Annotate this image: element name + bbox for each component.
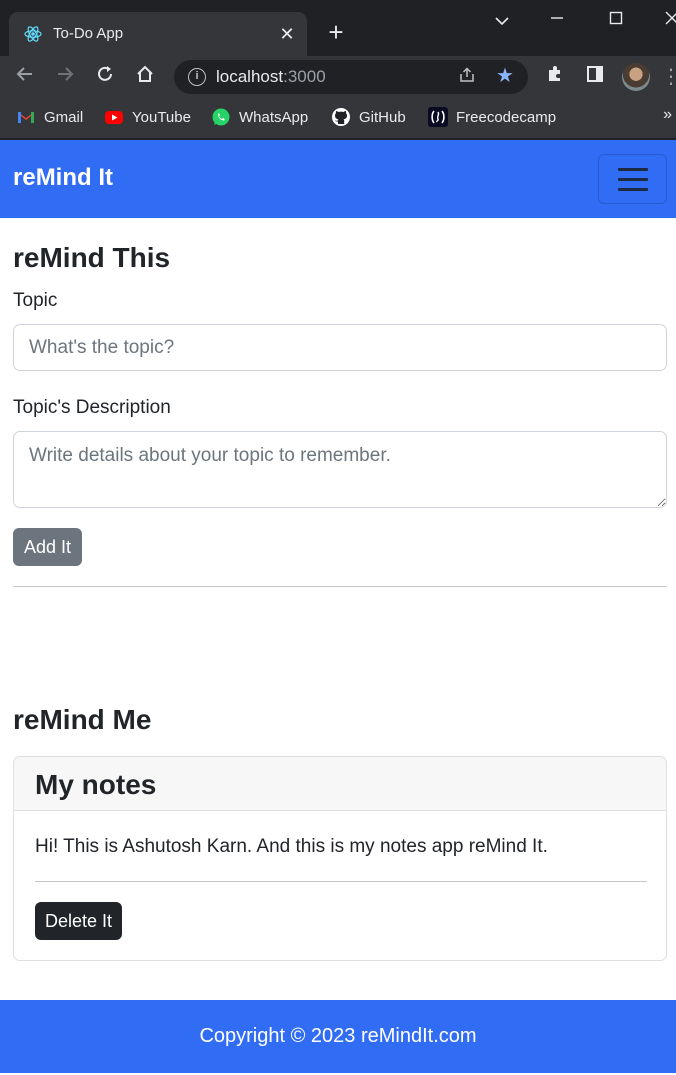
topic-input[interactable] — [13, 324, 667, 371]
bookmark-star-icon[interactable]: ★ — [494, 65, 516, 87]
forward-icon[interactable] — [52, 64, 78, 90]
navbar: reMind It — [0, 140, 676, 218]
navbar-brand[interactable]: reMind It — [13, 164, 113, 192]
note-card-header: My notes — [14, 757, 666, 811]
navbar-toggler-button[interactable] — [598, 154, 667, 204]
description-textarea[interactable] — [13, 431, 667, 508]
add-it-button[interactable]: Add It — [13, 528, 82, 566]
new-tab-icon[interactable]: + — [322, 19, 350, 47]
footer-copyright: Copyright © 2023 reMindIt.com — [199, 1025, 477, 1047]
notes-heading: reMind Me — [13, 704, 152, 735]
react-icon — [24, 26, 42, 42]
browser-toolbar: i localhost:3000 ★ ⋮ — [0, 56, 676, 98]
divider — [13, 586, 667, 587]
note-title: My notes — [35, 769, 157, 800]
close-window-icon[interactable] — [660, 8, 676, 32]
bookmarks-bar: Gmail YouTube WhatsApp GitHub Freecodeca… — [0, 98, 676, 138]
share-icon[interactable] — [456, 66, 478, 88]
maximize-icon[interactable] — [604, 8, 628, 32]
tab-search-icon[interactable] — [490, 8, 514, 32]
youtube-icon — [105, 111, 123, 124]
bookmark-freecodecamp[interactable]: Freecodecamp — [428, 106, 556, 128]
freecodecamp-icon — [428, 107, 448, 127]
bookmark-gmail[interactable]: Gmail — [16, 106, 83, 128]
tab-strip: To-Do App ✕ + — [0, 0, 676, 56]
home-icon[interactable] — [132, 64, 158, 90]
url-text: localhost:3000 — [216, 67, 326, 86]
bookmarks-overflow-icon[interactable]: » — [663, 106, 672, 124]
bookmark-youtube[interactable]: YouTube — [104, 106, 191, 128]
tab-todo-app[interactable]: To-Do App ✕ — [9, 12, 307, 56]
minimize-icon[interactable] — [545, 8, 569, 32]
profile-avatar[interactable] — [622, 63, 650, 91]
gmail-icon — [18, 112, 34, 123]
reload-icon[interactable] — [92, 64, 118, 90]
delete-it-button[interactable]: Delete It — [35, 902, 122, 940]
bookmark-github[interactable]: GitHub — [331, 106, 406, 128]
note-card: My notes Hi! This is Ashutosh Karn. And … — [13, 756, 667, 961]
whatsapp-icon — [212, 108, 230, 126]
note-divider — [35, 881, 647, 882]
tab-title: To-Do App — [53, 25, 124, 42]
address-bar[interactable]: i localhost:3000 ★ — [174, 60, 528, 94]
note-text: Hi! This is Ashutosh Karn. And this is m… — [35, 836, 548, 857]
topic-label: Topic — [13, 290, 58, 311]
hamburger-icon — [618, 168, 648, 171]
close-tab-icon[interactable]: ✕ — [277, 24, 297, 44]
bookmark-whatsapp[interactable]: WhatsApp — [211, 106, 308, 128]
github-icon — [332, 108, 350, 126]
extensions-icon[interactable] — [542, 64, 568, 90]
footer: Copyright © 2023 reMindIt.com — [0, 1000, 676, 1073]
description-label: Topic's Description — [13, 397, 171, 418]
side-panel-icon[interactable] — [582, 64, 608, 90]
back-icon[interactable] — [12, 64, 38, 90]
menu-dots-icon[interactable]: ⋮ — [658, 64, 676, 90]
site-info-icon[interactable]: i — [188, 68, 206, 86]
form-heading: reMind This — [13, 242, 171, 273]
browser-chrome: To-Do App ✕ + i localhost:3000 ★ ⋮ Gmail… — [0, 0, 676, 140]
